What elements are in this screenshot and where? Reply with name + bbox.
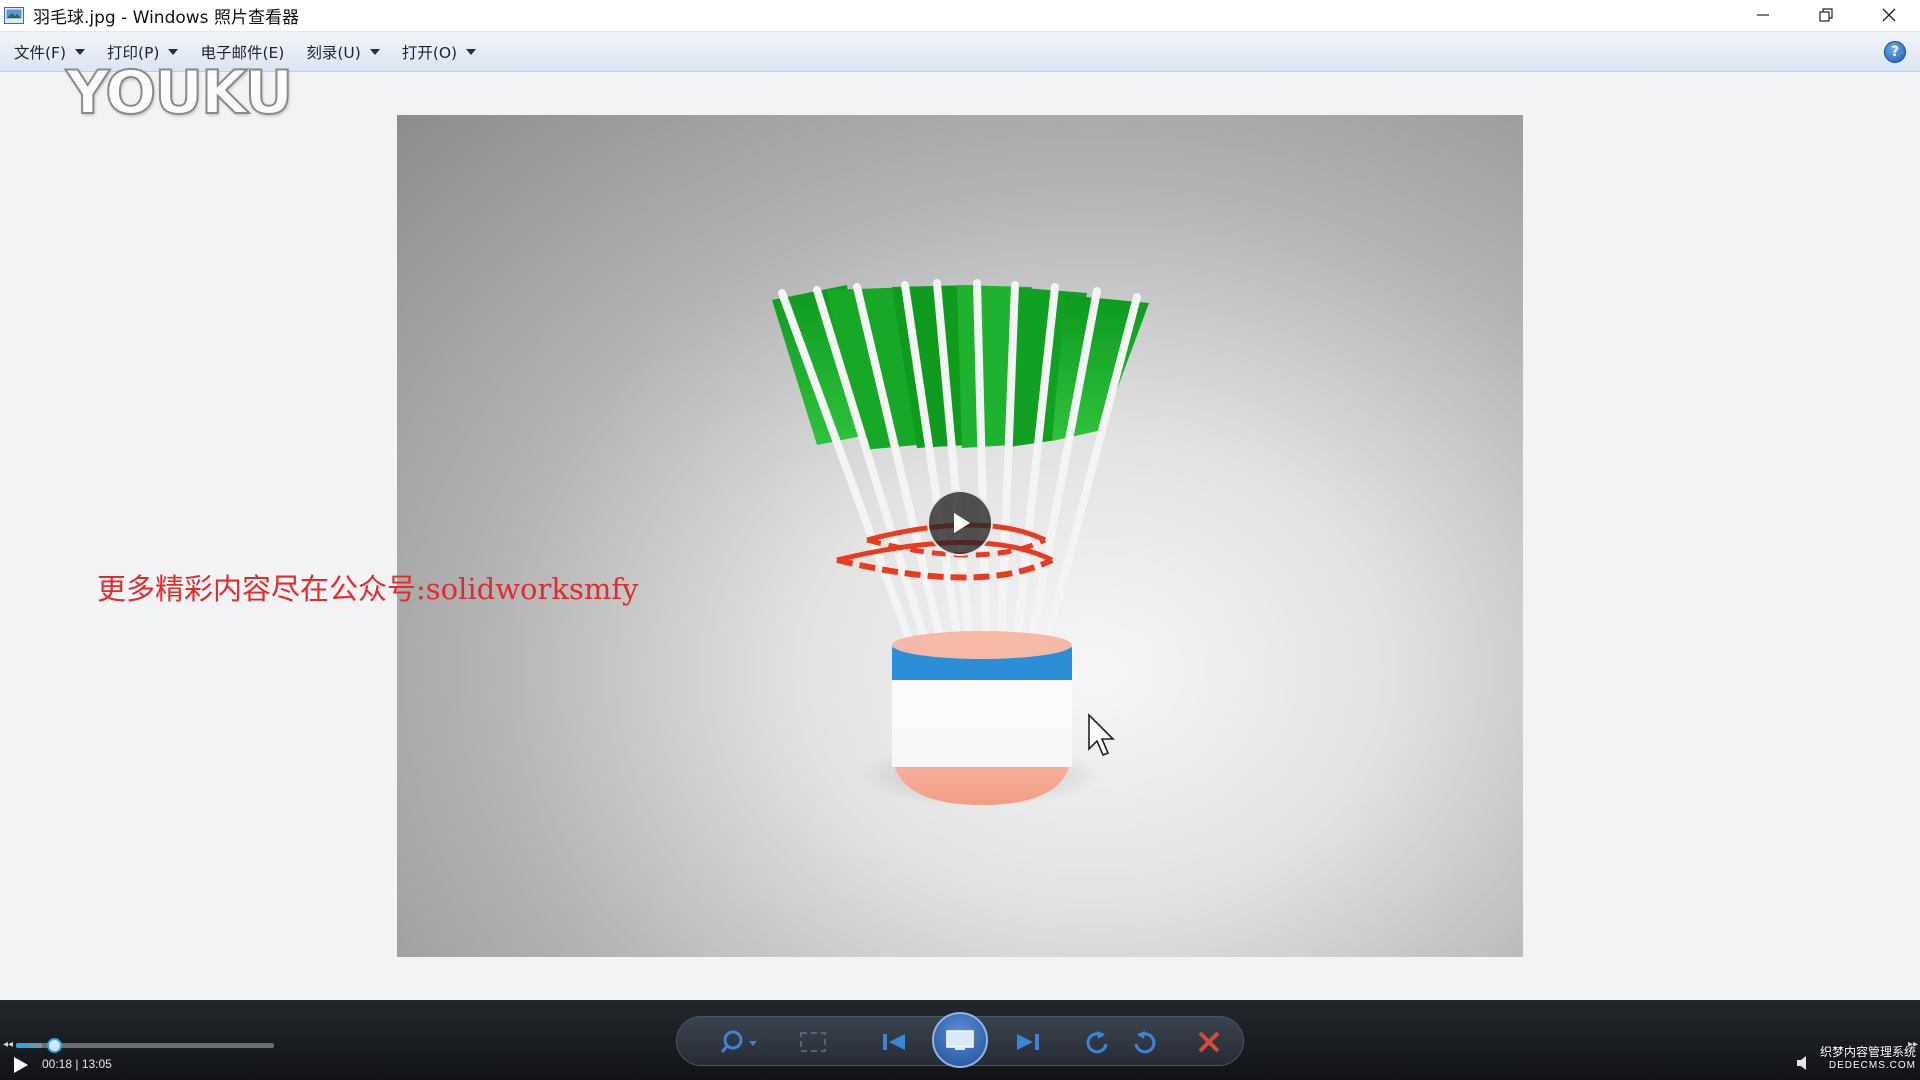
corner-watermark-line2: DEDECMS.COM xyxy=(1828,1060,1916,1071)
chevron-down-icon xyxy=(466,49,477,55)
rotate-right-icon xyxy=(1134,1031,1156,1054)
delete-icon xyxy=(1198,1031,1220,1053)
progress-fill xyxy=(16,1043,42,1048)
menu-burn-label: 刻录(U) xyxy=(306,44,361,62)
slideshow-button[interactable] xyxy=(932,1012,988,1068)
play-pause-icon[interactable] xyxy=(10,1055,30,1075)
rotate-left-icon xyxy=(1086,1031,1108,1054)
time-display: 00:18 | 13:05 xyxy=(42,1057,112,1071)
progress-bar[interactable] xyxy=(16,1038,274,1053)
help-icon: ? xyxy=(1890,44,1900,60)
play-icon xyxy=(954,513,970,533)
zoom-button[interactable] xyxy=(716,1028,764,1056)
menu-file-label: 文件(F) xyxy=(14,44,67,62)
photo-viewer-icon xyxy=(3,7,25,25)
next-icon xyxy=(1017,1034,1039,1050)
promo-overlay-text: 更多精彩内容尽在公众号:solidworksmfy xyxy=(97,572,639,606)
youku-watermark: YOUKU xyxy=(65,57,294,129)
next-button[interactable] xyxy=(1010,1028,1046,1056)
slideshow-icon xyxy=(946,1030,974,1050)
previous-button[interactable] xyxy=(876,1028,912,1056)
chevron-down-icon xyxy=(75,49,86,55)
volume-icon[interactable] xyxy=(1796,1055,1810,1071)
corner-watermark-line1: 织梦内容管理系统 xyxy=(1819,1045,1916,1059)
rotate-left-button[interactable] xyxy=(1080,1028,1114,1056)
fit-window-icon xyxy=(800,1032,826,1052)
restore-button[interactable] xyxy=(1794,0,1857,30)
mouse-cursor-icon xyxy=(1088,713,1115,757)
previous-icon xyxy=(883,1034,905,1050)
chevron-down-icon xyxy=(369,49,380,55)
zoom-icon xyxy=(720,1030,757,1053)
seek-back-icon[interactable]: ◂◂ xyxy=(3,1039,13,1050)
menu-open-label: 打开(O) xyxy=(401,44,458,62)
minimize-icon xyxy=(1756,14,1769,16)
corner-watermark: 织梦内容管理系统 DEDECMS.COM xyxy=(1812,1045,1916,1073)
chevron-down-icon xyxy=(168,49,179,55)
rotate-right-button[interactable] xyxy=(1128,1028,1162,1056)
menu-burn[interactable]: 刻录(U) xyxy=(306,37,380,67)
center-play-button[interactable] xyxy=(927,490,993,556)
help-button[interactable]: ? xyxy=(1884,41,1906,63)
progress-handle[interactable] xyxy=(47,1038,62,1053)
window-controls xyxy=(1731,0,1920,32)
menu-open[interactable]: 打开(O) xyxy=(401,37,477,67)
fit-window-button[interactable] xyxy=(796,1028,830,1056)
title-bar: 羽毛球.jpg - Windows 照片查看器 xyxy=(0,0,1920,32)
restore-icon xyxy=(1818,8,1833,22)
delete-button[interactable] xyxy=(1194,1028,1224,1056)
minimize-button[interactable] xyxy=(1731,0,1794,30)
window-title: 羽毛球.jpg - Windows 照片查看器 xyxy=(33,8,299,28)
close-button[interactable] xyxy=(1857,0,1920,30)
close-icon xyxy=(1882,8,1895,22)
